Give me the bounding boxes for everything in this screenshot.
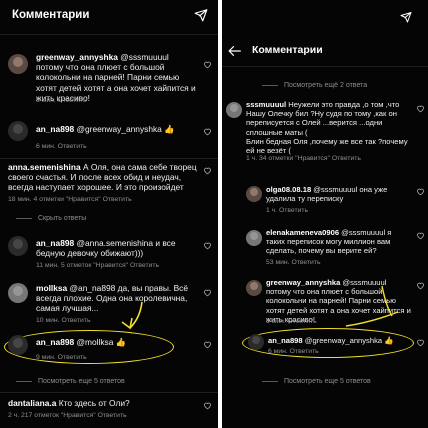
divider bbox=[0, 34, 218, 35]
comment-username[interactable]: greenway_annyshka bbox=[266, 278, 340, 287]
comment-username[interactable]: dantaliana.a bbox=[8, 398, 56, 408]
back-arrow-icon[interactable] bbox=[228, 44, 242, 57]
comment-text: an_na898 @greenway_annyshka 👍 bbox=[36, 124, 196, 134]
view-more-replies-button[interactable]: Посмотреть ещё 2 ответа bbox=[262, 82, 367, 89]
comment-username[interactable]: olga08.08.18 bbox=[266, 185, 311, 194]
avatar[interactable] bbox=[8, 54, 28, 74]
header: Комментарии bbox=[0, 0, 218, 34]
comment-username[interactable]: sssmuuuul bbox=[246, 100, 286, 109]
comment-meta[interactable]: 6 мин. Ответить bbox=[268, 348, 319, 355]
comment-username[interactable]: an_na898 bbox=[36, 337, 74, 347]
avatar[interactable] bbox=[246, 230, 262, 246]
comment-username[interactable]: greenway_annyshka bbox=[36, 52, 118, 62]
comment-text: elenakameneva0906 @sssmuuuul я таких пер… bbox=[266, 228, 412, 256]
avatar[interactable] bbox=[246, 186, 262, 202]
comment-meta[interactable]: 53 мин. Ответить bbox=[266, 259, 321, 266]
comment-meta[interactable]: 18 мин. 4 отметки "Нравится" Ответить bbox=[8, 196, 132, 203]
comment-meta[interactable]: 1 ч. 34 отметки "Нравится" Ответить bbox=[246, 155, 361, 162]
send-icon[interactable] bbox=[400, 10, 412, 23]
avatar[interactable] bbox=[8, 283, 28, 303]
heart-icon[interactable] bbox=[203, 127, 212, 136]
comment-body: Неужели это правда ,о том ,что Нашу Олеч… bbox=[246, 100, 408, 156]
avatar[interactable] bbox=[246, 280, 262, 296]
comment-meta[interactable]: 11 мин. 5 отметок "Нравится" Ответить bbox=[36, 262, 159, 269]
comment-username[interactable]: mollksa bbox=[36, 283, 67, 293]
comment-body: @greenway_annyshka 👍 bbox=[74, 124, 175, 134]
comment-meta[interactable]: 1 ч. Ответить bbox=[266, 207, 308, 214]
avatar[interactable] bbox=[226, 102, 242, 118]
comment-username[interactable]: an_na898 bbox=[268, 336, 303, 345]
heart-icon[interactable] bbox=[203, 241, 212, 250]
comment-text: an_na898 @anna.semenishina и все бедную … bbox=[36, 238, 196, 258]
comment-meta[interactable]: 5 мин. Ответить bbox=[36, 97, 87, 104]
heart-icon[interactable] bbox=[416, 104, 425, 113]
comment-username[interactable]: anna.semenishina bbox=[8, 162, 81, 172]
heart-icon[interactable] bbox=[203, 166, 212, 175]
heart-icon[interactable] bbox=[416, 187, 425, 196]
heart-icon[interactable] bbox=[416, 281, 425, 290]
page-title: Комментарии bbox=[12, 9, 90, 21]
comment-meta[interactable]: 2 ч. 217 отметок "Нравится" Ответить bbox=[8, 412, 127, 419]
comment-text: an_na898 @greenway_annyshka 👍 bbox=[268, 336, 412, 345]
avatar[interactable] bbox=[248, 334, 264, 350]
heart-icon[interactable] bbox=[203, 401, 212, 410]
avatar[interactable] bbox=[8, 335, 28, 355]
annotation-arrow bbox=[121, 301, 143, 330]
view-more-replies-button[interactable]: Посмотреть еще 5 ответов bbox=[16, 378, 125, 385]
avatar[interactable] bbox=[8, 121, 28, 141]
divider bbox=[0, 392, 218, 393]
comment-meta[interactable]: 6 мин. Ответить bbox=[36, 143, 87, 150]
divider bbox=[222, 66, 428, 67]
avatar[interactable] bbox=[8, 236, 28, 256]
heart-icon[interactable] bbox=[203, 288, 212, 297]
heart-icon[interactable] bbox=[416, 231, 425, 240]
comment-username[interactable]: an_na898 bbox=[36, 124, 74, 134]
comment-text: sssmuuuul Неужели это правда ,о том ,что… bbox=[246, 100, 414, 155]
comment-text: anna.semenishina А Оля, она сама себе тв… bbox=[8, 162, 202, 193]
comment-text: dantaliana.a Кто здесь от Оли? bbox=[8, 398, 202, 408]
comment-body: Кто здесь от Оли? bbox=[56, 398, 130, 408]
heart-icon[interactable] bbox=[203, 340, 212, 349]
comment-body: @greenway_annyshka 👍 bbox=[302, 336, 394, 345]
comment-meta[interactable]: 10 мин. Ответить bbox=[36, 317, 91, 324]
comment-text: greenway_annyshka @sssmuuuul потому что … bbox=[36, 52, 196, 103]
annotation-underline bbox=[345, 285, 399, 327]
heart-icon[interactable] bbox=[203, 60, 212, 69]
comment-text: olga08.08.18 @sssmuuuul она уже удалила … bbox=[266, 185, 412, 203]
comment-meta[interactable]: 9 мин. Ответить bbox=[36, 354, 87, 361]
comment-meta[interactable]: 5 мин. Ответить bbox=[266, 318, 317, 325]
left-screenshot: Комментарии greenway_annyshka @sssmuuuul… bbox=[0, 0, 218, 428]
view-more-replies-button[interactable]: Посмотреть еще 5 ответов bbox=[262, 378, 371, 385]
send-icon[interactable] bbox=[194, 8, 208, 22]
comment-username[interactable]: an_na898 bbox=[36, 238, 74, 248]
heart-icon[interactable] bbox=[416, 338, 425, 347]
hide-replies-button[interactable]: Скрыть ответы bbox=[16, 215, 86, 222]
comment-username[interactable]: elenakameneva0906 bbox=[266, 228, 339, 237]
page-title: Комментарии bbox=[252, 44, 323, 56]
comment-text: an_na898 @mollksa 👍 bbox=[36, 337, 196, 347]
comment-body: @mollksa 👍 bbox=[74, 337, 127, 347]
divider bbox=[0, 158, 218, 159]
right-screenshot: Комментарии Посмотреть ещё 2 ответа sssm… bbox=[222, 0, 428, 428]
